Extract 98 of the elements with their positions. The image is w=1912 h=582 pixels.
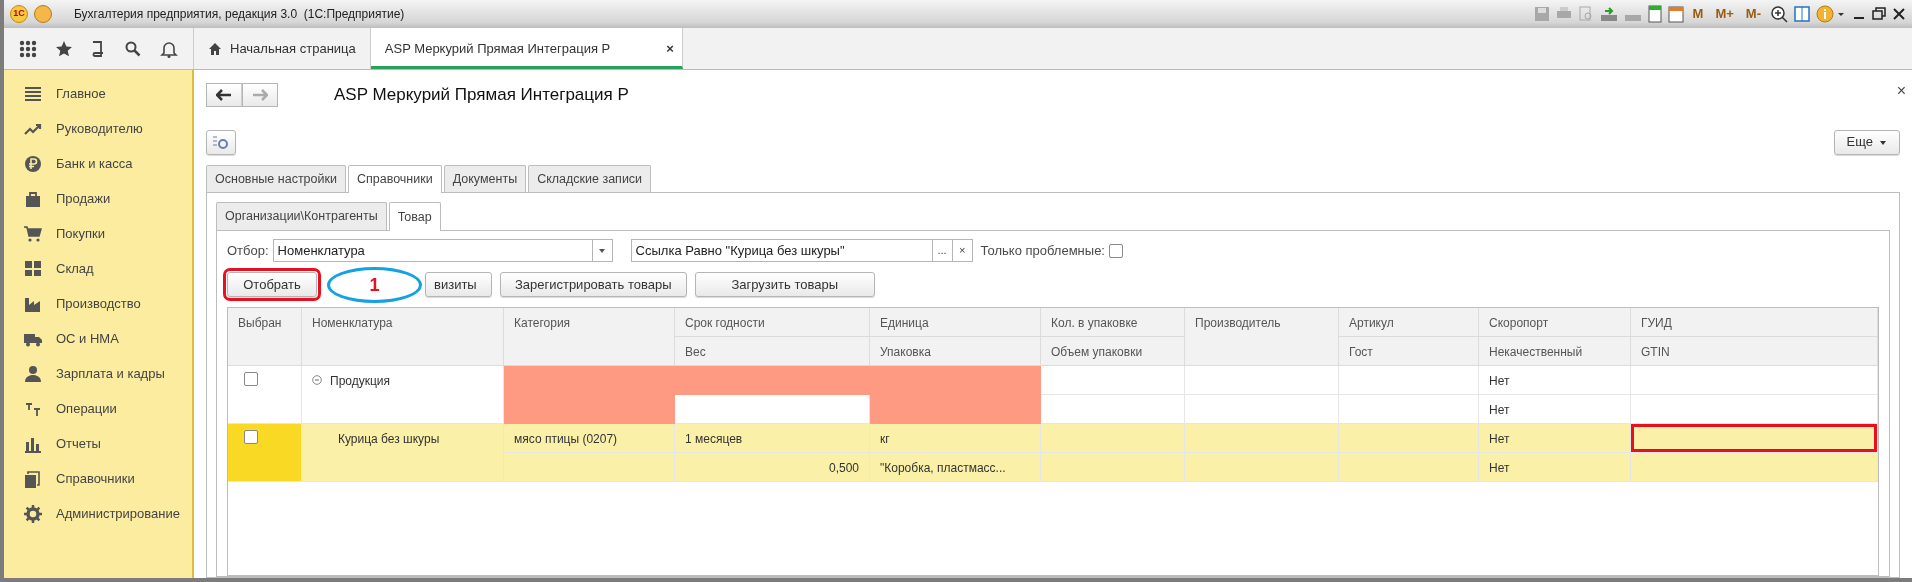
problems-checkbox[interactable] xyxy=(1109,243,1123,258)
preview-icon[interactable] xyxy=(1577,6,1594,22)
table-cell: кг xyxy=(870,424,1041,453)
tray-arrow-icon[interactable] xyxy=(1599,6,1618,22)
sidebar-item[interactable]: Отчеты xyxy=(4,426,192,461)
problems-label: Только проблемные: xyxy=(980,241,1105,260)
form-close-button[interactable]: × xyxy=(1896,78,1906,103)
books-icon xyxy=(24,469,42,488)
table-cell: "Коробка, пластмасс... xyxy=(870,453,1041,482)
memory-button[interactable]: M+ xyxy=(1712,4,1737,24)
column-header: Гост xyxy=(1339,337,1479,366)
column-header: Выбран xyxy=(228,308,302,366)
close-icon[interactable] xyxy=(1892,7,1906,21)
table-cell: Курица без шкуры xyxy=(302,424,504,482)
star-icon[interactable] xyxy=(54,39,73,58)
tab-close-button[interactable]: × xyxy=(666,38,674,59)
column-header: Категория xyxy=(504,308,675,366)
memory-button[interactable]: M- xyxy=(1742,4,1764,24)
cart-icon xyxy=(24,224,42,243)
bell-icon[interactable] xyxy=(160,39,179,58)
save-icon[interactable] xyxy=(1533,6,1550,22)
form-tab[interactable]: Основные настройки xyxy=(206,164,346,193)
sidebar-item[interactable]: Администрирование xyxy=(4,496,192,531)
settings-button[interactable] xyxy=(206,129,236,155)
column-header: Скоропорт xyxy=(1479,308,1631,337)
zoom-icon[interactable] xyxy=(1770,5,1788,23)
filter-field-dropdown[interactable]: Номенклатура xyxy=(272,239,613,262)
form-tab[interactable]: Справочники xyxy=(347,164,442,194)
table-cell: Нет xyxy=(1479,366,1631,395)
forward-arrow-icon xyxy=(252,88,268,101)
table-cell: мясо птицы (0207) xyxy=(504,424,675,453)
row-checkbox[interactable] xyxy=(244,372,258,386)
column-header: Объем упаковки xyxy=(1041,337,1185,366)
column-header: Вес xyxy=(675,337,870,366)
annotation-number: 1 xyxy=(369,273,380,297)
table-cell: Нет xyxy=(1479,424,1631,453)
menu-dropdown-button[interactable] xyxy=(34,5,52,23)
panel-icon[interactable] xyxy=(1794,6,1810,22)
window-title: Бухгалтерия предприятия, редакция 3.0 (1С:Предприятие) xyxy=(74,6,405,23)
column-header: ГУИД xyxy=(1631,308,1878,337)
back-button[interactable] xyxy=(206,82,242,107)
collapse-icon[interactable] xyxy=(312,375,322,385)
menu-lines-icon xyxy=(24,84,42,103)
table-cell: 1 месяцев xyxy=(675,424,870,453)
table-cell: Нет xyxy=(1479,453,1631,482)
sidebar-item[interactable]: Покупки xyxy=(4,216,192,251)
shopping-bag-icon xyxy=(24,189,42,208)
choose-button[interactable]: ... xyxy=(932,239,953,262)
clear-button[interactable]: × xyxy=(952,239,973,262)
column-header: Упаковка xyxy=(870,337,1041,366)
row-checkbox[interactable] xyxy=(244,430,258,444)
info-icon[interactable] xyxy=(1816,5,1846,23)
action-button[interactable]: Зарегистрировать товары xyxy=(499,272,687,297)
form-title: ASP Меркурий Прямая Интеграция Р xyxy=(334,84,630,106)
column-header: Срок годности xyxy=(675,308,870,337)
warehouse-grid-icon xyxy=(24,259,42,278)
column-header: Некачественный xyxy=(1479,337,1631,366)
form-tab[interactable]: Товар xyxy=(388,202,441,231)
memory-button[interactable]: M xyxy=(1689,4,1707,24)
sidebar-item[interactable]: Продажи xyxy=(4,181,192,216)
action-button[interactable]: визиты xyxy=(425,272,492,297)
gear-icon xyxy=(24,504,42,523)
person-icon xyxy=(24,364,42,383)
filter-label: Отбор: xyxy=(227,241,269,260)
search-icon[interactable] xyxy=(124,39,143,58)
calculator-icon[interactable] xyxy=(1647,5,1662,23)
sidebar-item[interactable]: Главное xyxy=(4,76,192,111)
sidebar-item[interactable]: Руководителю xyxy=(4,111,192,146)
home-icon xyxy=(208,41,222,56)
calendar-icon[interactable] xyxy=(1667,5,1684,23)
form-tab[interactable]: Складские записи xyxy=(528,164,652,193)
form-tab[interactable]: Документы xyxy=(443,164,527,193)
restore-icon[interactable] xyxy=(1872,7,1886,21)
column-header: Кол. в упаковке xyxy=(1041,308,1185,337)
table-cell: 0,500 xyxy=(675,453,870,482)
caret-icon xyxy=(1879,139,1887,146)
app-logo[interactable]: 1С xyxy=(10,5,28,23)
back-arrow-icon xyxy=(216,88,232,101)
sidebar-item[interactable]: Справочники xyxy=(4,461,192,496)
column-header: Единица xyxy=(870,308,1041,337)
ruble-coin-icon xyxy=(24,154,42,173)
sidebar-item[interactable]: Зарплата и кадры xyxy=(4,356,192,391)
more-button[interactable]: Еще xyxy=(1833,129,1900,155)
column-header: GTIN xyxy=(1631,337,1878,366)
column-header: Производитель xyxy=(1185,308,1339,366)
apps-grid-icon[interactable] xyxy=(18,39,37,58)
caret-icon xyxy=(598,247,607,254)
sidebar-item[interactable]: ОС и НМА xyxy=(4,321,192,356)
column-header: Артикул xyxy=(1339,308,1479,337)
column-header: Номенклатура xyxy=(302,308,504,366)
sidebar-item[interactable]: Банк и касса xyxy=(4,146,192,181)
sidebar-item[interactable]: Производство xyxy=(4,286,192,321)
window-tab[interactable]: ASP Меркурий Прямая Интеграция Р × xyxy=(370,28,683,69)
condition-field[interactable]: Ссылка Равно "Курица без шкуры" xyxy=(630,239,933,262)
form-tab[interactable]: Организации\Контрагенты xyxy=(216,202,387,230)
action-button[interactable]: Загрузить товары xyxy=(694,272,875,297)
sidebar-item[interactable]: Операции xyxy=(4,391,192,426)
sidebar-item[interactable]: Склад xyxy=(4,251,192,286)
